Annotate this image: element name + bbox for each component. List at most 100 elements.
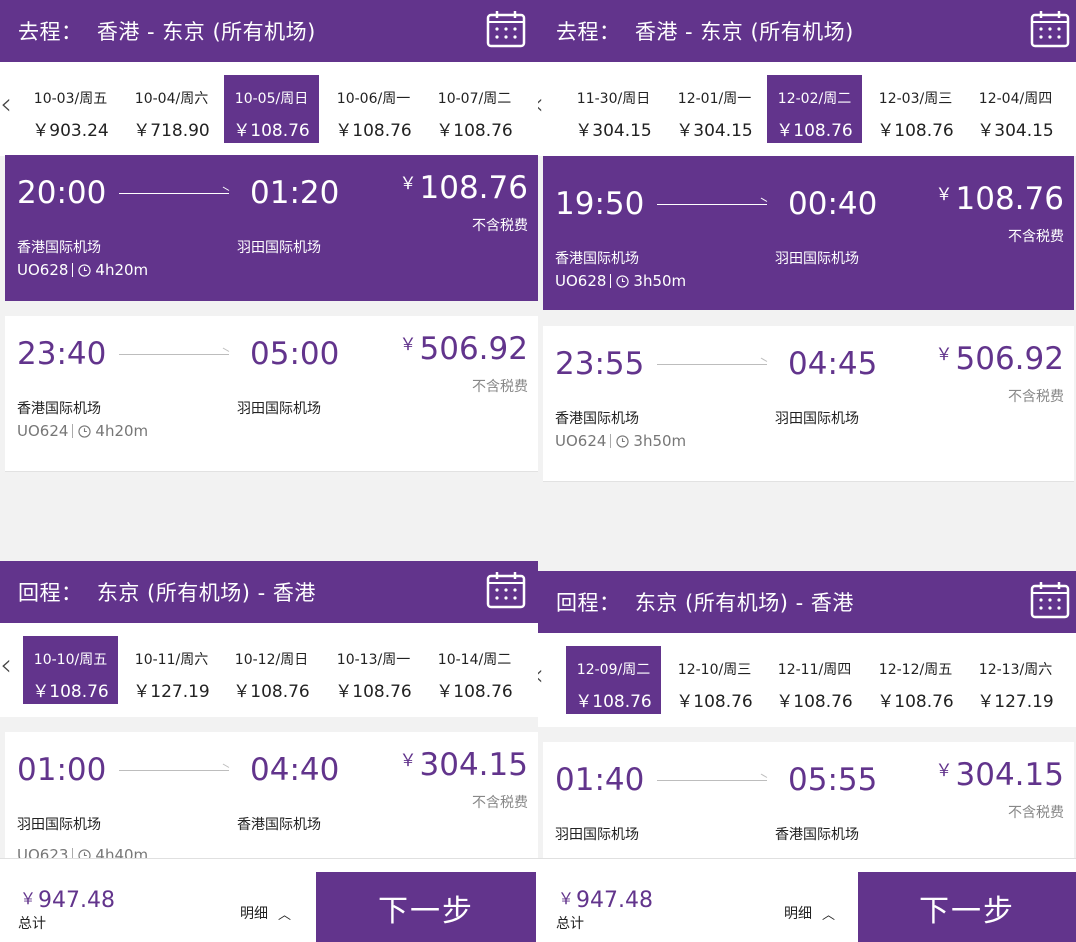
flight-number: UO628 [17,261,69,279]
date-label: 10-04/周六 [134,91,209,107]
flight-number: UO628 [555,272,607,290]
total-amount: 947.48 [576,888,653,913]
date-label: 10-07/周二 [437,91,512,107]
date-option[interactable]: 10-07/周二 ￥108.76 [427,75,522,143]
next-step-button[interactable]: 下一步 [316,872,536,942]
flight-card[interactable]: 23:55 04:45 ￥506.92 不含税费 香港国际机场 羽田国际机场 U… [543,326,1074,482]
fare-price: ￥506.92 [935,341,1064,377]
tax-note: 不含税费 [1008,229,1064,245]
detail-label: 明细 [240,906,268,922]
date-option-selected[interactable]: 10-10/周五 ￥108.76 [23,636,118,704]
date-price: ￥108.76 [877,692,954,712]
total-label: 总计 [556,916,584,932]
fare-amount: 506.92 [955,341,1064,377]
calendar-icon[interactable] [486,571,526,609]
date-option[interactable]: 12-13/周六 ￥127.19 [968,646,1063,714]
date-option[interactable]: 10-06/周一 ￥108.76 [326,75,421,143]
flight-info: UO624 3h50m [555,432,686,450]
outbound-date-strip: ‹ 10-03/周五 ￥903.24 10-04/周六 ￥718.90 10-05/… [0,62,540,156]
return-date-strip: ‹ 10-10/周五 ￥108.76 10-11/周六 ￥127.19 10-12/… [0,623,540,717]
flight-duration: 3h50m [633,272,687,290]
detail-toggle[interactable]: 明细 ︿ [240,903,291,923]
prev-dates-arrow[interactable]: ‹ [0,651,12,681]
return-section: 回程： 东京 (所有机场) - 香港 ‹ 12-09/周二 ￥108.76 12-… [538,571,1076,727]
booking-panel-right: 去程： 香港 - 东京 (所有机场) ‹ 11-30/周日 ￥304.15 12-… [538,0,1076,942]
departure-time: 23:40 [17,336,107,372]
return-header: 回程： 东京 (所有机场) - 香港 [538,571,1076,633]
date-price: ￥108.76 [575,692,652,712]
date-price: ￥304.15 [977,121,1054,141]
departure-time: 01:40 [555,762,645,798]
date-price: ￥108.76 [335,121,412,141]
date-label: 10-11/周六 [134,652,209,668]
date-option[interactable]: 10-12/周日 ￥108.76 [224,636,319,704]
detail-toggle[interactable]: 明细 ︿ [784,903,835,923]
date-price: ￥718.90 [133,121,210,141]
date-price: ￥903.24 [32,121,109,141]
clock-icon [616,434,630,448]
return-title: 回程： 东京 (所有机场) - 香港 [18,581,316,605]
date-price: ￥108.76 [32,682,109,702]
date-label: 12-03/周三 [878,91,953,107]
date-option[interactable]: 12-12/周五 ￥108.76 [868,646,963,714]
date-option[interactable]: 12-04/周四 ￥304.15 [968,75,1063,143]
date-label: 10-03/周五 [33,91,108,107]
tax-note: 不含税费 [472,795,528,811]
prev-dates-arrow[interactable]: ‹ [538,90,544,120]
date-price: ￥108.76 [676,692,753,712]
chevron-up-icon: ︿ [822,907,836,923]
departure-airport: 羽田国际机场 [17,817,101,833]
outbound-title: 去程： 香港 - 东京 (所有机场) [556,20,854,44]
date-option[interactable]: 12-10/周三 ￥108.76 [667,646,762,714]
date-option[interactable]: 10-04/周六 ￥718.90 [124,75,219,143]
return-header: 回程： 东京 (所有机场) - 香港 [0,561,540,623]
chevron-up-icon: ︿ [278,907,292,923]
calendar-icon[interactable] [1030,581,1070,619]
route-arrow [119,354,229,355]
date-option[interactable]: 12-11/周四 ￥108.76 [767,646,862,714]
outbound-title: 去程： 香港 - 东京 (所有机场) [18,20,316,44]
fare-amount: 108.76 [955,181,1064,217]
date-label: 12-12/周五 [878,662,953,678]
departure-airport: 香港国际机场 [17,401,101,417]
outbound-header: 去程： 香港 - 东京 (所有机场) [538,0,1076,62]
prev-dates-arrow[interactable]: ‹ [538,661,544,691]
date-price: ￥304.15 [575,121,652,141]
date-option-selected[interactable]: 12-09/周二 ￥108.76 [566,646,661,714]
date-option[interactable]: 10-03/周五 ￥903.24 [23,75,118,143]
prev-dates-arrow[interactable]: ‹ [0,90,12,120]
flight-card[interactable]: 23:40 05:00 ￥506.92 不含税费 香港国际机场 羽田国际机场 U… [5,316,538,472]
date-option[interactable]: 10-11/周六 ￥127.19 [124,636,219,704]
flight-duration: 4h20m [95,261,149,279]
fare-amount: 108.76 [419,170,528,206]
booking-panel-left: 去程： 香港 - 东京 (所有机场) ‹ 10-03/周五 ￥903.24 10-… [0,0,540,942]
arrival-time: 04:40 [250,752,340,788]
date-label: 11-30/周日 [576,91,651,107]
next-step-button[interactable]: 下一步 [858,872,1076,942]
date-label: 12-09/周二 [576,662,651,678]
arrival-airport: 羽田国际机场 [775,411,859,427]
flight-card-selected[interactable]: 19:50 00:40 ￥108.76 不含税费 香港国际机场 羽田国际机场 U… [543,156,1074,310]
booking-footer: ￥947.48 总计 明细 ︿ 下一步 [538,858,1076,942]
date-option[interactable]: 11-30/周日 ￥304.15 [566,75,661,143]
route-arrow [119,193,229,194]
fare-price: ￥108.76 [935,181,1064,217]
calendar-icon[interactable] [1030,10,1070,48]
arrival-airport: 香港国际机场 [775,827,859,843]
date-option-selected[interactable]: 10-05/周日 ￥108.76 [224,75,319,143]
date-option-selected[interactable]: 12-02/周二 ￥108.76 [767,75,862,143]
calendar-icon[interactable] [486,10,526,48]
fare-price: ￥506.92 [399,331,528,367]
clock-icon [78,263,92,277]
return-section: 回程： 东京 (所有机场) - 香港 ‹ 10-10/周五 ￥108.76 10-… [0,561,540,717]
date-option[interactable]: 10-13/周一 ￥108.76 [326,636,421,704]
arrival-time: 01:20 [250,175,340,211]
date-label: 12-11/周四 [777,662,852,678]
date-option[interactable]: 12-01/周一 ￥304.15 [667,75,762,143]
departure-airport: 香港国际机场 [555,411,639,427]
date-option[interactable]: 10-14/周二 ￥108.76 [427,636,522,704]
flight-info: UO624 4h20m [17,422,148,440]
date-option[interactable]: 12-03/周三 ￥108.76 [868,75,963,143]
flight-card-selected[interactable]: 20:00 01:20 ￥108.76 不含税费 香港国际机场 羽田国际机场 U… [5,155,538,301]
total-amount: 947.48 [38,888,115,913]
